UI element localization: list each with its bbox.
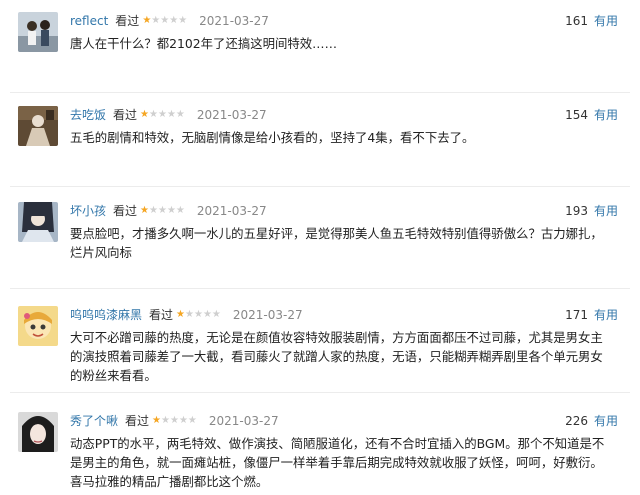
review-date: 2021-03-27 [196,108,267,122]
useful-votes: 193 有用 [565,202,618,220]
useful-votes: 171 有用 [565,306,618,324]
star-empty-icon: ★ [193,309,203,320]
divider [10,92,630,93]
vote-count: 154 [565,108,588,122]
review-item: 秀了个啾 看过 ★ ★ ★ ★ ★ 2021-03-27 226 有用 动态PPT的水平，… [0,404,640,492]
vote-count: 161 [565,14,588,28]
review-item: reflect 看过 ★ ★ ★ ★ ★ 2021-03-27 161 有用 唐人在干什么… [0,4,640,92]
username-link[interactable]: 呜呜呜漆麻黑 [70,306,142,324]
review-content: 动态PPT的水平，两毛特效、做作演技、简陋服道化，还有不合时宜插入的BGM。那个… [70,436,605,489]
watched-label: 看过 [113,204,138,218]
username-link[interactable]: 秀了个啾 [70,412,118,430]
review-date: 2021-03-27 [199,14,269,28]
username-link[interactable]: reflect [70,12,108,30]
rating-stars: ★ ★ ★ ★ ★ [140,106,185,124]
watched-label: 看过 [115,14,140,28]
star-empty-icon: ★ [211,309,221,320]
star-empty-icon: ★ [178,15,188,26]
useful-button[interactable]: 有用 [594,108,618,122]
review-header: 坏小孩 看过 ★ ★ ★ ★ ★ 2021-03-27 [70,202,267,220]
rating-stars: ★ ★ ★ ★ ★ [176,306,221,324]
review-header: 去吃饭 看过 ★ ★ ★ ★ ★ 2021-03-27 [70,106,267,124]
star-empty-icon: ★ [175,205,185,216]
avatar[interactable] [18,306,58,346]
star-filled-icon: ★ [176,309,185,320]
useful-button[interactable]: 有用 [594,414,618,428]
review-content: 五毛的剧情和特效，无脑剧情像是给小孩看的，坚持了4集，看不下去了。 [70,130,475,145]
star-filled-icon: ★ [142,15,152,26]
rating-stars: ★ ★ ★ ★ ★ [142,12,187,30]
useful-button[interactable]: 有用 [594,14,618,28]
review-date: 2021-03-27 [196,204,267,218]
useful-votes: 226 有用 [565,412,618,430]
star-empty-icon: ★ [151,15,161,26]
username-link[interactable]: 坏小孩 [70,202,106,220]
star-empty-icon: ★ [185,309,194,320]
watched-label: 看过 [113,108,138,122]
review-content: 大可不必蹭司藤的热度，无论是在颜值妆容特效服装剧情，方方面面都压不过司藤，尤其是… [70,330,603,383]
review-header: 呜呜呜漆麻黑 看过 ★ ★ ★ ★ ★ 2021-03-27 [70,306,303,324]
star-filled-icon: ★ [140,205,149,216]
star-empty-icon: ★ [166,109,176,120]
vote-count: 171 [565,308,588,322]
avatar[interactable] [18,412,58,452]
review-list: reflect 看过 ★ ★ ★ ★ ★ 2021-03-27 161 有用 唐人在干什么… [0,0,640,495]
star-empty-icon: ★ [178,415,188,426]
star-empty-icon: ★ [187,415,197,426]
review-item: 坏小孩 看过 ★ ★ ★ ★ ★ 2021-03-27 193 有用 要点脸吧，才播多久啊… [0,194,640,282]
vote-count: 193 [565,204,588,218]
watched-label: 看过 [125,414,150,428]
avatar[interactable] [18,106,58,146]
avatar[interactable] [18,202,58,242]
watched-label: 看过 [149,308,174,322]
star-empty-icon: ★ [175,109,185,120]
review-item: 呜呜呜漆麻黑 看过 ★ ★ ★ ★ ★ 2021-03-27 171 有用 大可不必蹭司藤… [0,298,640,386]
star-empty-icon: ★ [149,205,158,216]
review-item: 去吃饭 看过 ★ ★ ★ ★ ★ 2021-03-27 154 有用 五毛的剧情和特效，无… [0,98,640,186]
useful-button[interactable]: 有用 [594,204,618,218]
divider [10,288,630,289]
rating-stars: ★ ★ ★ ★ ★ [152,412,197,430]
star-empty-icon: ★ [149,109,158,120]
star-empty-icon: ★ [166,205,176,216]
star-empty-icon: ★ [169,415,179,426]
review-content: 要点脸吧，才播多久啊一水儿的五星好评，是觉得那美人鱼五毛特效特别值得骄傲么？古力… [70,226,603,260]
star-filled-icon: ★ [152,415,161,426]
useful-votes: 161 有用 [565,12,618,30]
star-empty-icon: ★ [161,415,170,426]
review-date: 2021-03-27 [232,308,303,322]
star-empty-icon: ★ [157,205,167,216]
avatar[interactable] [18,12,58,52]
username-link[interactable]: 去吃饭 [70,106,106,124]
star-empty-icon: ★ [160,15,170,26]
vote-count: 226 [565,414,588,428]
review-date: 2021-03-27 [208,414,279,428]
review-header: 秀了个啾 看过 ★ ★ ★ ★ ★ 2021-03-27 [70,412,279,430]
star-empty-icon: ★ [157,109,167,120]
useful-votes: 154 有用 [565,106,618,124]
divider [10,186,630,187]
useful-button[interactable]: 有用 [594,308,618,322]
star-empty-icon: ★ [169,15,179,26]
review-content: 唐人在干什么？都2102年了还搞这明间特效…… [70,36,337,51]
review-header: reflect 看过 ★ ★ ★ ★ ★ 2021-03-27 [70,12,269,30]
star-empty-icon: ★ [202,309,212,320]
rating-stars: ★ ★ ★ ★ ★ [140,202,185,220]
divider [10,392,630,393]
star-filled-icon: ★ [140,109,149,120]
